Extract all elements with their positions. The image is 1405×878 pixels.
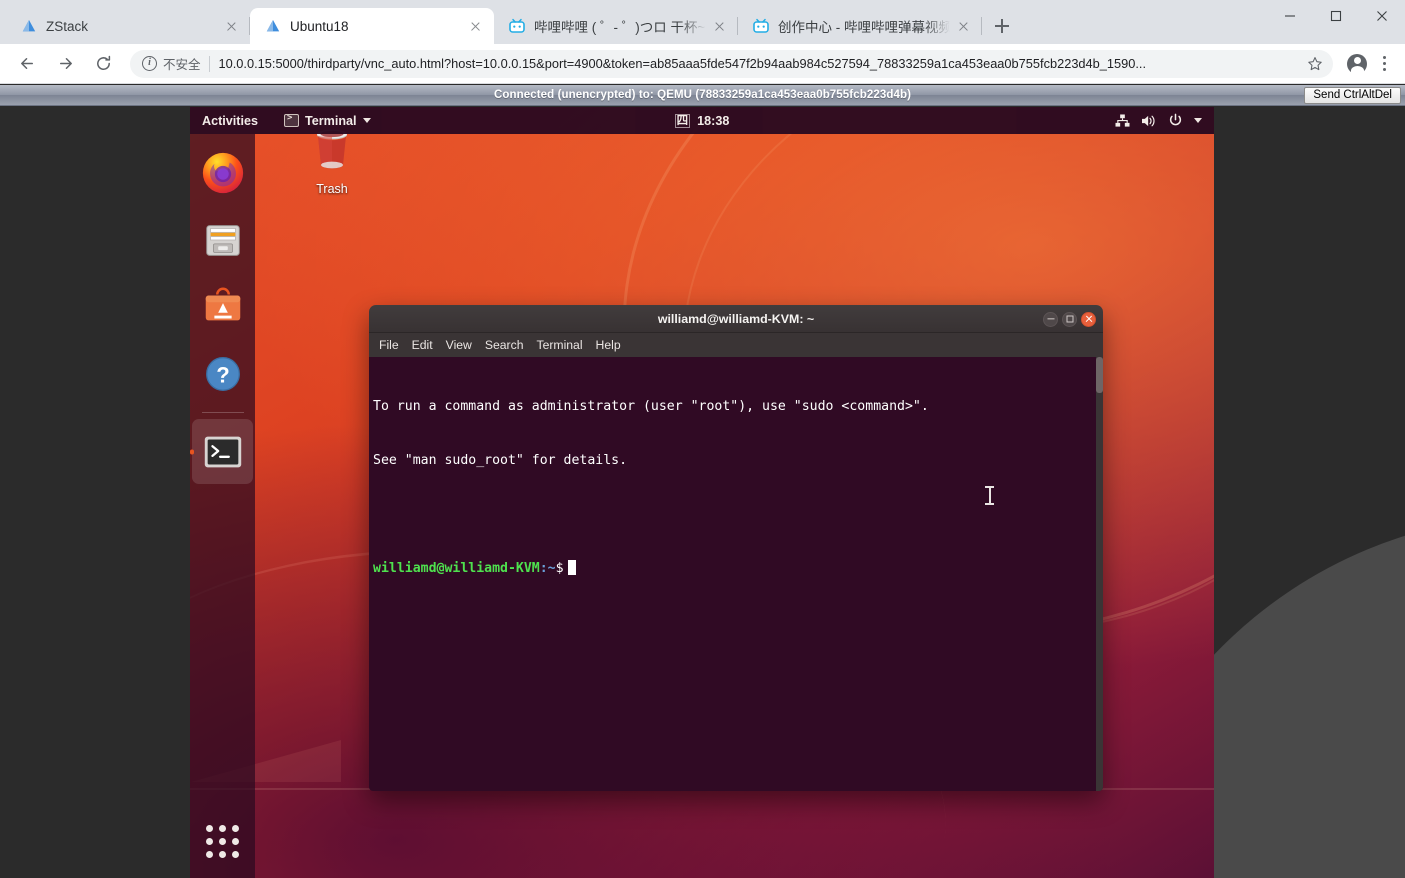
power-icon <box>1168 113 1183 128</box>
menu-help[interactable]: Help <box>596 338 621 352</box>
page-content: Connected (unencrypted) to: QEMU (788332… <box>0 85 1405 878</box>
forward-button[interactable] <box>50 49 80 79</box>
terminal-icon <box>204 436 241 467</box>
svg-text:?: ? <box>216 362 229 387</box>
prompt-path: :~ <box>539 561 556 576</box>
prompt-user-host: williamd@williamd-KVM <box>373 561 540 576</box>
chrome-menu-button[interactable] <box>1371 50 1397 78</box>
terminal-title-bar[interactable]: williamd@williamd-KVM: ~ <box>369 305 1103 333</box>
profile-avatar-button[interactable] <box>1343 50 1371 78</box>
bilibili-icon <box>752 18 769 35</box>
menu-search[interactable]: Search <box>485 338 524 352</box>
browser-toolbar: i 不安全 10.0.0.15:5000/thirdparty/vnc_auto… <box>0 44 1405 84</box>
menu-edit[interactable]: Edit <box>412 338 433 352</box>
bilibili-icon <box>508 18 525 35</box>
firefox-icon <box>202 152 243 193</box>
dock-item-firefox[interactable] <box>190 140 255 205</box>
dock-item-ubuntu-software[interactable] <box>190 274 255 339</box>
terminal-scrollbar[interactable] <box>1096 357 1103 791</box>
close-window-button[interactable] <box>1359 0 1405 32</box>
vnc-remote-desktop-canvas[interactable]: Activities Terminal 四 18:38 <box>190 107 1214 878</box>
back-button[interactable] <box>12 49 42 79</box>
terminal-menu-bar: File Edit View Search Terminal Help <box>369 333 1103 357</box>
terminal-output-area[interactable]: To run a command as administrator (user … <box>369 357 1103 791</box>
tab-title: 哔哩哔哩 ( ゜- ゜)つロ 干杯~-bili <box>534 20 706 35</box>
help-icon: ? <box>205 356 240 391</box>
desktop-icon-label: Trash <box>316 182 348 196</box>
zstack-icon <box>264 18 281 35</box>
grid-dots-icon <box>206 824 239 858</box>
terminal-maximize-button[interactable] <box>1062 311 1077 327</box>
security-status-label: 不安全 <box>163 58 201 72</box>
menu-view[interactable]: View <box>446 338 472 352</box>
tab-close-icon[interactable] <box>954 17 972 35</box>
window-controls <box>1267 0 1405 32</box>
vnc-status-bar: Connected (unencrypted) to: QEMU (788332… <box>0 85 1405 106</box>
browser-tab-bilibili-home[interactable]: 哔哩哔哩 ( ゜- ゜)つロ 干杯~-bili <box>494 8 738 44</box>
volume-icon <box>1141 114 1157 128</box>
terminal-window-buttons <box>1043 305 1096 333</box>
prompt-symbol: $ <box>555 561 564 576</box>
zstack-icon <box>20 18 37 35</box>
ubuntu-software-icon <box>205 287 240 320</box>
url-text: 10.0.0.15:5000/thirdparty/vnc_auto.html?… <box>218 56 1147 71</box>
chevron-down-icon <box>1194 118 1202 123</box>
info-icon[interactable]: i <box>142 56 157 71</box>
send-ctrl-alt-del-button[interactable]: Send CtrlAltDel <box>1304 87 1401 104</box>
bookmark-star-icon[interactable] <box>1303 52 1327 76</box>
dock-item-help[interactable]: ? <box>190 341 255 406</box>
reload-button[interactable] <box>88 49 118 79</box>
browser-tab-bilibili-creator[interactable]: 创作中心 - 哔哩哔哩弹幕视频网 <box>738 8 982 44</box>
address-bar[interactable]: i 不安全 10.0.0.15:5000/thirdparty/vnc_auto… <box>130 49 1333 78</box>
files-icon <box>205 224 240 256</box>
omnibox-divider <box>208 55 210 72</box>
network-icon <box>1115 113 1130 128</box>
browser-tab-zstack[interactable]: ZStack <box>6 8 250 44</box>
menu-file[interactable]: File <box>379 338 399 352</box>
terminal-title: williamd@williamd-KVM: ~ <box>657 311 815 326</box>
dock-item-terminal[interactable] <box>192 419 253 484</box>
tab-close-icon[interactable] <box>710 17 728 35</box>
dock-item-files[interactable] <box>190 207 255 272</box>
minimize-window-button[interactable] <box>1267 0 1313 32</box>
show-applications-button[interactable] <box>190 812 255 870</box>
new-tab-button[interactable] <box>988 12 1016 40</box>
terminal-minimize-button[interactable] <box>1043 311 1058 327</box>
tab-title: Ubuntu18 <box>290 18 349 34</box>
clock-time: 18:38 <box>697 113 730 128</box>
mouse-cursor-ibeam <box>985 485 994 507</box>
system-status-area[interactable] <box>1115 113 1202 128</box>
tab-strip: ZStack Ubuntu18 哔哩哔哩 ( ゜- ゜)つロ 干杯~-bili <box>0 0 1405 44</box>
tab-title: ZStack <box>46 18 89 34</box>
terminal-prompt-line: williamd@williamd-KVM:~$ <box>371 560 1103 578</box>
terminal-line: See "man sudo_root" for details. <box>373 453 628 468</box>
maximize-window-button[interactable] <box>1313 0 1359 32</box>
terminal-close-button[interactable] <box>1081 311 1096 327</box>
tab-close-icon[interactable] <box>222 17 240 35</box>
menu-terminal[interactable]: Terminal <box>536 338 582 352</box>
dock-divider <box>201 412 244 413</box>
chrome-browser-window: ZStack Ubuntu18 哔哩哔哩 ( ゜- ゜)つロ 干杯~-bili <box>0 0 1405 878</box>
tab-title: 创作中心 - 哔哩哔哩弹幕视频网 <box>778 20 950 35</box>
terminal-cursor <box>567 560 576 575</box>
browser-tab-ubuntu18[interactable]: Ubuntu18 <box>250 8 494 44</box>
clock-button[interactable]: 四 18:38 <box>190 113 1214 128</box>
gnome-top-bar: Activities Terminal 四 18:38 <box>190 107 1214 134</box>
ubuntu-dock: ? <box>190 134 255 878</box>
vnc-status-text: Connected (unencrypted) to: QEMU (788332… <box>493 89 912 101</box>
clock-weekday: 四 <box>674 113 691 128</box>
terminal-line: To run a command as administrator (user … <box>373 399 929 414</box>
avatar <box>1347 53 1367 75</box>
terminal-window[interactable]: williamd@williamd-KVM: ~ File Edit View … <box>369 305 1103 791</box>
tab-close-icon[interactable] <box>466 17 484 35</box>
